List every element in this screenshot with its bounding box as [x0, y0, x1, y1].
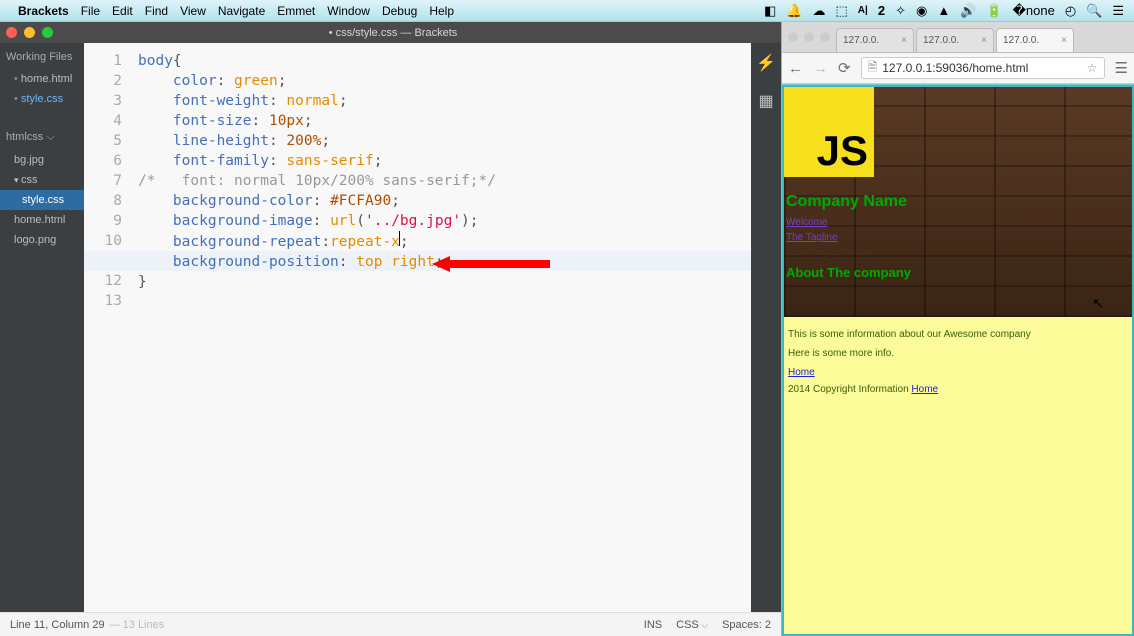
tagline-link[interactable]: The Tagline [784, 230, 1132, 245]
zoom-icon[interactable] [42, 27, 53, 38]
tab-close-icon[interactable]: × [981, 35, 987, 46]
js-logo: JS [784, 87, 874, 177]
company-name: Company Name [784, 189, 1132, 215]
chrome-min-icon[interactable] [804, 32, 814, 42]
menu-help[interactable]: Help [429, 4, 454, 18]
live-preview-icon[interactable]: ⚡ [756, 53, 776, 73]
bell-icon[interactable]: 🔔 [786, 3, 802, 19]
window-title: • css/style.css — Brackets [65, 27, 781, 39]
tool-icon[interactable]: ⬚ [836, 3, 848, 19]
sidebar-item-homehtml[interactable]: home.html [0, 210, 84, 230]
drive-icon[interactable]: ▲ [937, 3, 950, 18]
home-link[interactable]: Home [788, 367, 815, 378]
code-editor[interactable]: 12345678910111213 body{ color: green; fo… [84, 43, 751, 612]
welcome-link[interactable]: Welcome [784, 215, 1132, 230]
sidebar-item-bg[interactable]: bg.jpg [0, 150, 84, 170]
status-spaces[interactable]: Spaces: 2 [722, 619, 771, 631]
brackets-toolstrip: ⚡ ▦ [751, 43, 781, 612]
hero-background: JS Company Name Welcome The Tagline some… [784, 87, 1132, 317]
chrome-browser: 127.0.0. × 127.0.0. × 127.0.0. × ← → ⟳ 🗎 12… [782, 22, 1134, 636]
spotlight-icon[interactable]: 🔍 [1086, 3, 1102, 19]
sync-icon[interactable]: ◉ [916, 3, 927, 19]
close-icon[interactable] [6, 27, 17, 38]
tab-close-icon[interactable]: × [1061, 35, 1067, 46]
page-icon: 🗎 [868, 58, 878, 79]
volume-icon[interactable]: 🔊 [960, 3, 976, 19]
menu-icon[interactable]: ☰ [1112, 3, 1124, 19]
bookmark-icon[interactable]: ☆ [1087, 61, 1098, 75]
num-icon[interactable]: 2 [878, 3, 885, 18]
rendered-page: JS Company Name Welcome The Tagline some… [782, 84, 1134, 636]
paragraph-1: This is some information about our Aweso… [788, 329, 1128, 340]
menu-window[interactable]: Window [327, 4, 370, 18]
tab-label: 127.0.0. [923, 35, 959, 46]
status-lang[interactable]: CSS [676, 619, 708, 631]
project-heading[interactable]: htmlcss ⌵ [0, 123, 84, 150]
menu-edit[interactable]: Edit [112, 4, 133, 18]
sidebar-item-logo[interactable]: logo.png [0, 230, 84, 250]
brackets-titlebar: • css/style.css — Brackets [0, 22, 781, 43]
side-note: something on the side [784, 245, 1132, 259]
content-section: This is some information about our Aweso… [784, 317, 1132, 399]
status-total-lines: — 13 Lines [109, 619, 165, 631]
mouse-cursor-icon: ↖ [1092, 295, 1104, 312]
status-ins[interactable]: INS [644, 619, 662, 631]
clock-icon[interactable]: ◴ [1065, 3, 1076, 19]
footer-home-link[interactable]: Home [911, 384, 938, 395]
status-position: Line 11, Column 29 [10, 619, 105, 631]
working-files-heading: Working Files [0, 43, 84, 69]
hamburger-icon[interactable]: ☰ [1115, 59, 1128, 77]
annotation-arrow-icon [432, 254, 552, 274]
menu-debug[interactable]: Debug [382, 4, 417, 18]
wifi-icon[interactable]: �none [1013, 3, 1055, 19]
tab-1[interactable]: 127.0.0. × [916, 28, 994, 52]
mac-menubar: Brackets File Edit Find View Navigate Em… [0, 0, 1134, 22]
chrome-toolbar: ← → ⟳ 🗎 127.0.0.1:59036/home.html ☆ ☰ [782, 52, 1134, 84]
menu-view[interactable]: View [180, 4, 206, 18]
minimize-icon[interactable] [24, 27, 35, 38]
url-text: 127.0.0.1:59036/home.html [882, 61, 1028, 75]
tab-label: 127.0.0. [843, 35, 879, 46]
chrome-zoom-icon[interactable] [820, 32, 830, 42]
dropbox-icon[interactable]: ✧ [895, 3, 906, 19]
reload-icon[interactable]: ⟳ [838, 59, 851, 77]
sidebar-item-css-style[interactable]: style.css [0, 190, 84, 210]
line-gutter: 12345678910111213 [84, 43, 132, 612]
extensions-icon[interactable]: ▦ [758, 91, 773, 111]
brackets-sidebar: Working Files home.html style.css htmlcs… [0, 43, 84, 612]
forward-icon[interactable]: → [813, 60, 828, 77]
menubar-app[interactable]: Brackets [18, 4, 69, 18]
tab-close-icon[interactable]: × [901, 35, 907, 46]
menu-navigate[interactable]: Navigate [218, 4, 265, 18]
tab-2[interactable]: 127.0.0. × [996, 28, 1074, 52]
menu-emmet[interactable]: Emmet [277, 4, 315, 18]
back-icon[interactable]: ← [788, 60, 803, 77]
status-bar: Line 11, Column 29 — 13 Lines INS CSS Sp… [0, 612, 781, 636]
chrome-tabstrip: 127.0.0. × 127.0.0. × 127.0.0. × [782, 22, 1134, 52]
chrome-close-icon[interactable] [788, 32, 798, 42]
tab-label: 127.0.0. [1003, 35, 1039, 46]
paragraph-2: Here is some more info. [788, 348, 1128, 359]
menu-file[interactable]: File [81, 4, 100, 18]
tab-0[interactable]: 127.0.0. × [836, 28, 914, 52]
about-heading: About The company [784, 259, 1132, 284]
cloud-icon[interactable]: ☁ [813, 3, 826, 19]
battery-icon[interactable]: 🔋 [986, 3, 1002, 19]
menu-find[interactable]: Find [145, 4, 168, 18]
notification-icon[interactable]: ◧ [764, 3, 776, 19]
address-bar[interactable]: 🗎 127.0.0.1:59036/home.html ☆ [861, 57, 1105, 79]
adobe-icon[interactable]: A| [858, 5, 868, 16]
sidebar-item-home[interactable]: home.html [0, 69, 84, 89]
sidebar-item-stylecss[interactable]: style.css [0, 89, 84, 109]
brackets-app: • css/style.css — Brackets Working Files… [0, 22, 782, 636]
sidebar-item-cssfolder[interactable]: css [0, 170, 84, 190]
copyright-text: 2014 Copyright Information [788, 384, 911, 395]
